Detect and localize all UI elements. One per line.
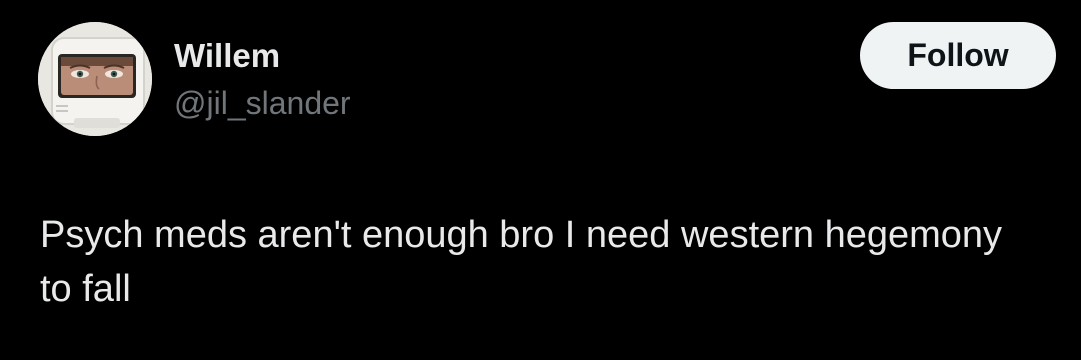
avatar[interactable] <box>38 22 152 136</box>
follow-button[interactable]: Follow <box>860 22 1056 89</box>
tweet-card: Willem @jil_slander Follow Psych meds ar… <box>0 0 1081 360</box>
author-handle[interactable]: @jil_slander <box>174 83 351 123</box>
avatar-image <box>38 22 152 136</box>
author-name[interactable]: Willem <box>174 36 280 76</box>
tweet-text: Psych meds aren't enough bro I need west… <box>40 214 1003 310</box>
